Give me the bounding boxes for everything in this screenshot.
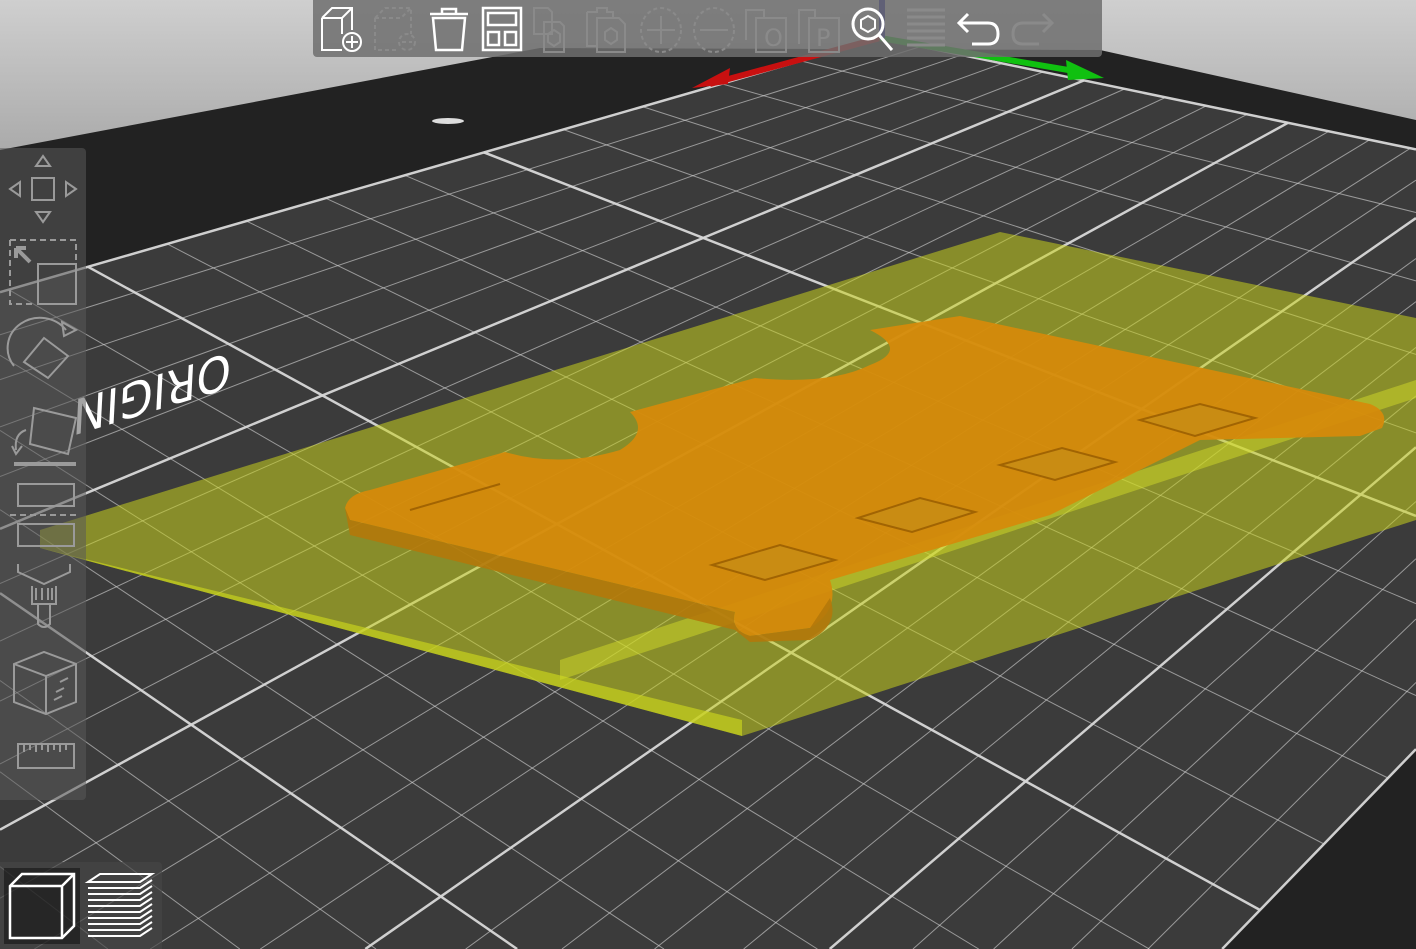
paint-icon bbox=[17, 564, 71, 628]
bed-hole bbox=[432, 118, 464, 124]
fdm-supports-button[interactable] bbox=[4, 644, 82, 722]
3d-editor-view-button[interactable] bbox=[4, 868, 80, 944]
add-object-button[interactable] bbox=[317, 3, 369, 55]
split-objects-letter: O bbox=[764, 24, 783, 52]
3d-editor-view-icon bbox=[8, 872, 76, 940]
measure-icon bbox=[17, 743, 75, 769]
delete-icon bbox=[374, 6, 416, 51]
remove-instance-icon bbox=[693, 6, 735, 53]
paste-button[interactable] bbox=[582, 3, 634, 55]
search-icon bbox=[851, 7, 894, 51]
delete-all-button[interactable] bbox=[423, 3, 475, 55]
redo-icon bbox=[1011, 12, 1055, 45]
copy-button[interactable] bbox=[529, 3, 581, 55]
measure-button[interactable] bbox=[4, 726, 82, 804]
paste-icon bbox=[586, 6, 626, 53]
arrange-icon bbox=[481, 6, 523, 51]
variable-layer-height-button[interactable] bbox=[900, 3, 952, 55]
undo-button[interactable] bbox=[953, 3, 1005, 55]
fdm-supports-icon bbox=[13, 650, 77, 716]
redo-button[interactable] bbox=[1006, 3, 1058, 55]
move-button[interactable] bbox=[4, 150, 82, 228]
add-instance-button[interactable] bbox=[635, 3, 687, 55]
split-to-objects-button[interactable]: O bbox=[741, 3, 793, 55]
move-icon bbox=[8, 154, 78, 224]
delete-all-icon bbox=[430, 7, 468, 51]
undo-icon bbox=[956, 12, 1000, 45]
arrange-button[interactable] bbox=[476, 3, 528, 55]
remove-instance-button[interactable] bbox=[688, 3, 740, 55]
place-on-face-button[interactable] bbox=[4, 398, 82, 476]
variable-layer-height-icon bbox=[907, 8, 945, 46]
split-to-objects-icon: O bbox=[745, 8, 787, 53]
preview-button[interactable] bbox=[82, 868, 158, 944]
copy-icon bbox=[533, 6, 565, 53]
cut-button[interactable] bbox=[4, 480, 82, 558]
add-instance-icon bbox=[640, 6, 682, 53]
preview-layers-icon bbox=[84, 873, 156, 937]
split-parts-letter: P bbox=[816, 24, 830, 52]
delete-button[interactable] bbox=[370, 3, 422, 55]
add-object-icon bbox=[321, 6, 362, 52]
rotate-button[interactable] bbox=[4, 316, 82, 394]
rotate-icon bbox=[6, 316, 79, 380]
search-button[interactable] bbox=[847, 3, 899, 55]
scale-icon bbox=[9, 239, 77, 305]
top-toolbar: O P bbox=[313, 0, 1102, 57]
cut-icon bbox=[10, 483, 78, 547]
split-to-parts-icon: P bbox=[798, 8, 840, 53]
place-on-face-icon bbox=[11, 406, 78, 466]
left-toolbar bbox=[0, 148, 86, 800]
3d-scene[interactable]: ORIGIN bbox=[0, 0, 1416, 949]
view-toolbar bbox=[0, 862, 162, 949]
scale-button[interactable] bbox=[4, 234, 82, 312]
paint-button[interactable] bbox=[4, 562, 82, 640]
split-to-parts-button[interactable]: P bbox=[794, 3, 846, 55]
